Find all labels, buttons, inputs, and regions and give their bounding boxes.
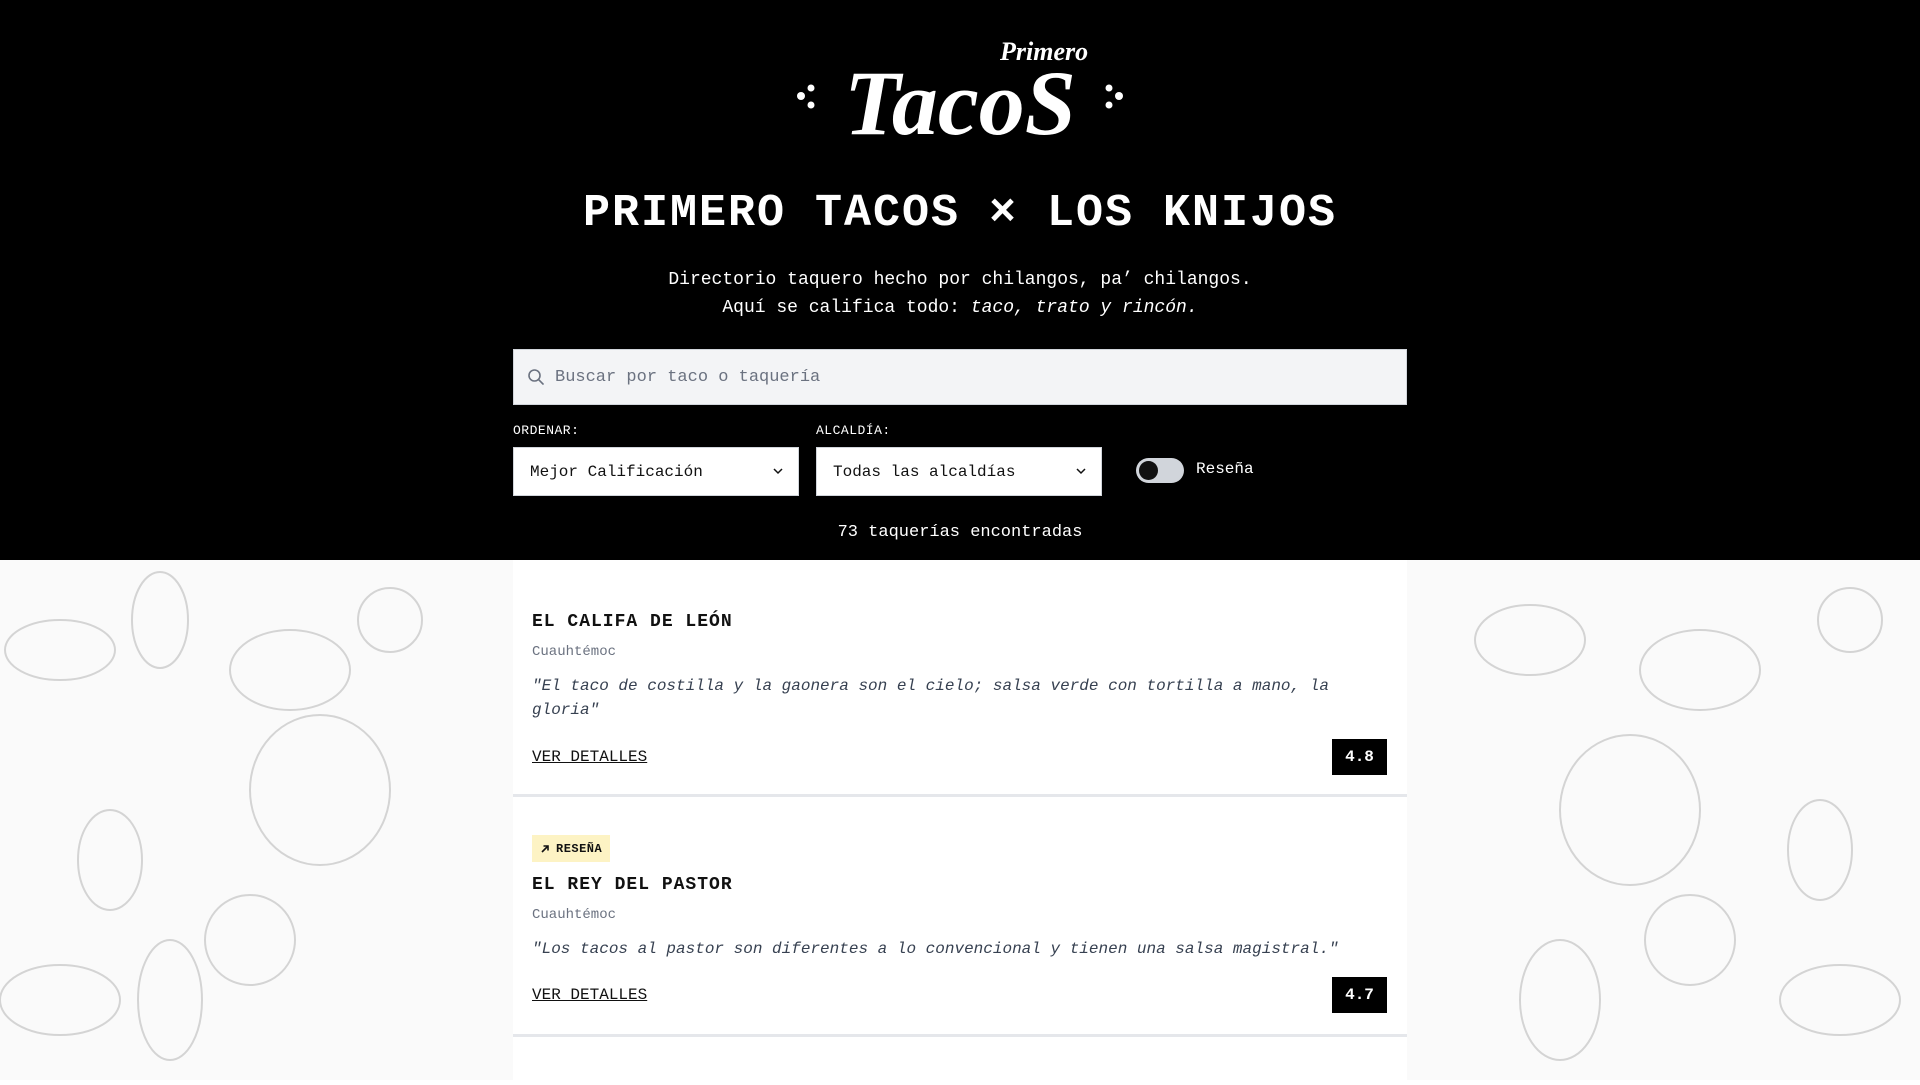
borough-select[interactable]: Todas las alcaldías — [816, 447, 1102, 496]
view-details-link[interactable]: VER DETALLES — [532, 986, 647, 1004]
logo-large-text: TacoS — [844, 52, 1076, 150]
review-toggle[interactable] — [1136, 458, 1184, 483]
review-toggle-label: Reseña — [1196, 460, 1254, 478]
arrow-up-right-icon — [541, 844, 549, 853]
rating-badge: 4.8 — [1332, 739, 1387, 775]
listing-name: EL CALIFA DE LEÓN — [532, 612, 733, 632]
rating-badge: 4.7 — [1332, 977, 1387, 1013]
search-input[interactable] — [553, 366, 1397, 388]
listing-name: EL REY DEL PASTOR — [532, 875, 733, 895]
tagline-line-2-prefix: Aquí se califica todo: — [722, 298, 971, 318]
listing-quote: "El taco de costilla y la gaonera son el… — [532, 677, 1329, 719]
search-icon — [528, 369, 544, 385]
review-badge-label: RESEÑA — [556, 841, 603, 856]
view-details-link[interactable]: VER DETALLES — [532, 748, 647, 766]
tagline-line-2: Aquí se califica todo: taco, trato y rin… — [0, 298, 1920, 318]
review-toggle-knob — [1139, 461, 1158, 480]
sort-select[interactable]: Mejor Calificación — [513, 447, 799, 496]
borough-select-value: Todas las alcaldías — [833, 462, 1016, 481]
tagline-line-2-emphasis: taco, trato y rincón. — [970, 298, 1198, 318]
site-header: Primero TacoS PRIMERO TACOS × LOS KNIJOS… — [0, 0, 1920, 560]
sort-label: ORDENAR: — [513, 423, 580, 438]
listing-quote: "Los tacos al pastor son diferentes a lo… — [532, 940, 1339, 958]
chevron-down-icon — [1076, 468, 1086, 475]
sort-select-value: Mejor Calificación — [530, 462, 703, 481]
listing-area: Cuauhtémoc — [532, 907, 617, 923]
listing-area: Cuauhtémoc — [532, 644, 617, 660]
list-item[interactable]: RESEÑA EL REY DEL PASTOR Cuauhtémoc "Los… — [513, 797, 1407, 1037]
listing-column: EL CALIFA DE LEÓN Cuauhtémoc "El taco de… — [513, 560, 1407, 1080]
tagline-line-1: Directorio taquero hecho por chilangos, … — [668, 270, 1252, 290]
review-badge: RESEÑA — [532, 835, 611, 862]
chevron-down-icon — [773, 468, 783, 475]
page-title: PRIMERO TACOS × LOS KNIJOS — [582, 188, 1338, 239]
borough-label: ALCALDÍA: — [816, 423, 891, 438]
search-bar[interactable] — [513, 349, 1407, 405]
results-count: 73 taquerías encontradas — [837, 523, 1083, 542]
brand-logo[interactable]: Primero TacoS — [0, 30, 1920, 150]
list-item[interactable]: EL CALIFA DE LEÓN Cuauhtémoc "El taco de… — [513, 560, 1407, 797]
